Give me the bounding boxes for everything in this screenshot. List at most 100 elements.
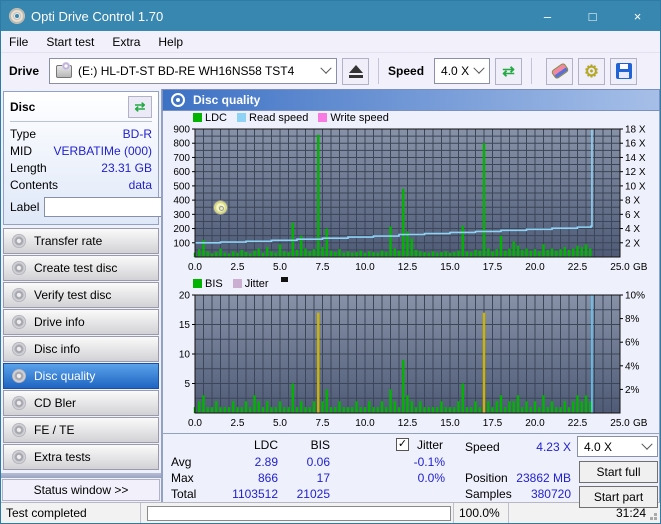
legend-write-speed: Write speed: [318, 112, 389, 124]
svg-text:16 X: 16 X: [625, 139, 646, 150]
app-icon: [9, 8, 25, 24]
bis-jitter-chart-svg: 20 15 10 5 10% 8% 6% 4% 2% 0.0 2.5 5.0 7.5 10.0 12.5 15…: [179, 291, 648, 430]
svg-text:10 X: 10 X: [625, 181, 646, 192]
eject-icon: [348, 64, 363, 78]
refresh-icon: ⇄: [502, 63, 515, 80]
sidebar-item-transfer-rate[interactable]: Transfer rate: [3, 228, 159, 254]
black-marker: [280, 277, 288, 282]
eject-button[interactable]: [342, 57, 370, 85]
sidebar-item-disc-quality[interactable]: Disc quality: [3, 363, 159, 389]
svg-text:4 X: 4 X: [625, 224, 640, 235]
sidebar-item-extra-tests[interactable]: Extra tests: [3, 444, 159, 470]
start-full-button[interactable]: Start full: [579, 461, 658, 483]
jitter-checkbox[interactable]: ✓: [396, 438, 409, 451]
svg-text:20.0: 20.0: [525, 262, 545, 273]
drive-select[interactable]: (E:) HL-DT-ST BD-RE WH16NS58 TST4: [49, 58, 338, 84]
svg-text:15: 15: [179, 320, 191, 331]
svg-text:2 X: 2 X: [625, 238, 640, 249]
chart-top-legend: LDC Read speed Write speed: [163, 111, 659, 124]
disc-icon: [12, 450, 26, 464]
refresh-button[interactable]: ⇄: [495, 57, 523, 85]
legend-swatch-icon: [193, 113, 202, 122]
menu-file[interactable]: File: [9, 35, 28, 49]
menu-help[interactable]: Help: [158, 35, 183, 49]
svg-text:17.5: 17.5: [483, 262, 503, 273]
chart-bottom-legend: BIS Jitter: [163, 277, 659, 290]
disc-type-row: Type BD-R: [10, 127, 152, 141]
app-window: Opti Drive Control 1.70 – □ × File Start…: [0, 0, 661, 524]
stats-panel: LDC BIS ✓ Jitter Avg 2.89 0.06 -0.1% Max…: [162, 434, 660, 508]
disc-icon: [12, 369, 26, 383]
col-header-ldc: LDC: [253, 438, 278, 452]
save-button[interactable]: [610, 57, 638, 85]
cd-icon: [213, 199, 229, 215]
disc-panel-title: Disc: [10, 100, 36, 114]
test-speed-select[interactable]: 4.0 X: [577, 436, 658, 457]
legend-jitter: Jitter: [232, 278, 269, 290]
toolbar-separator: [531, 58, 533, 84]
col-header-bis: BIS: [310, 438, 330, 452]
erase-disc-button[interactable]: [546, 57, 574, 85]
sidebar-item-drive-info[interactable]: Drive info: [3, 309, 159, 335]
test-speed-value: 4.0 X: [584, 439, 613, 454]
progress-zone: [141, 503, 454, 523]
svg-text:7.5: 7.5: [316, 262, 330, 273]
resize-grip[interactable]: [654, 517, 657, 520]
sidebar-item-label: Drive info: [34, 315, 85, 329]
sidebar-item-label: Create test disc: [34, 261, 118, 275]
svg-text:20.0: 20.0: [525, 418, 545, 429]
minimize-button[interactable]: –: [525, 1, 570, 31]
eraser-icon: [550, 62, 569, 80]
sidebar-item-disc-info[interactable]: Disc info: [3, 336, 159, 362]
progress-bar: [147, 505, 451, 521]
svg-text:12 X: 12 X: [625, 167, 646, 178]
col-header-jitter: Jitter: [417, 438, 444, 452]
close-button[interactable]: ×: [615, 1, 660, 31]
svg-text:15.0: 15.0: [440, 262, 460, 273]
speed-stat-value: 4.23 X: [536, 440, 571, 454]
svg-text:6%: 6%: [625, 338, 640, 349]
disc-icon: [12, 396, 26, 410]
ldc-chart-svg: 900 800 700 600 500 400 300 200 100 18 X 16 X 14 X 1…: [173, 125, 648, 274]
avg-ldc: 2.89: [254, 455, 278, 469]
svg-text:5.0: 5.0: [273, 262, 287, 273]
disc-info-panel: Disc ⇄ Type BD-R MID VERBATIMe (000) Lengt…: [3, 91, 230, 225]
disc-icon: [12, 261, 26, 275]
drive-select-value: (E:) HL-DT-ST BD-RE WH16NS58 TST4: [78, 64, 295, 78]
chart-zone: LDC Read speed Write speed 900 800 700 600 500…: [162, 111, 660, 433]
legend-swatch-icon: [318, 113, 328, 122]
svg-text:300: 300: [173, 210, 190, 221]
speed-select[interactable]: 4.0 X: [434, 58, 491, 84]
svg-text:2%: 2%: [625, 385, 640, 396]
disc-icon: [12, 315, 26, 329]
elapsed-time: 31:24: [509, 503, 660, 523]
refresh-icon: ⇄: [134, 99, 146, 114]
svg-text:5.0: 5.0: [273, 418, 287, 429]
disc-refresh-button[interactable]: ⇄: [128, 96, 152, 118]
svg-text:8 X: 8 X: [625, 196, 640, 207]
maximize-button[interactable]: □: [570, 1, 615, 31]
settings-button[interactable]: ⚙: [578, 57, 606, 85]
svg-text:GB: GB: [633, 418, 648, 429]
sidebar-item-fe-te[interactable]: FE / TE: [3, 417, 159, 443]
disc-icon: [12, 342, 26, 356]
svg-text:22.5: 22.5: [568, 262, 588, 273]
status-text: Test completed: [1, 503, 141, 523]
gear-icon: ⚙: [583, 61, 600, 81]
svg-text:6 X: 6 X: [625, 210, 640, 221]
menu-start-test[interactable]: Start test: [46, 35, 94, 49]
sidebar-item-create-test-disc[interactable]: Create test disc: [3, 255, 159, 281]
svg-text:22.5: 22.5: [568, 418, 588, 429]
svg-text:17.5: 17.5: [483, 418, 503, 429]
menu-extra[interactable]: Extra: [112, 35, 140, 49]
sidebar-item-label: FE / TE: [34, 423, 75, 437]
svg-text:400: 400: [173, 196, 190, 207]
status-window-button[interactable]: Status window >>: [2, 479, 160, 501]
disc-quality-icon: [171, 93, 185, 107]
sidebar-item-verify-test-disc[interactable]: Verify test disc: [3, 282, 159, 308]
svg-text:14 X: 14 X: [625, 153, 646, 164]
sidebar-item-label: CD Bler: [34, 396, 77, 410]
sidebar-item-label: Disc quality: [34, 369, 96, 383]
svg-text:GB: GB: [633, 262, 648, 273]
sidebar-item-cd-bler[interactable]: CD Bler: [3, 390, 159, 416]
